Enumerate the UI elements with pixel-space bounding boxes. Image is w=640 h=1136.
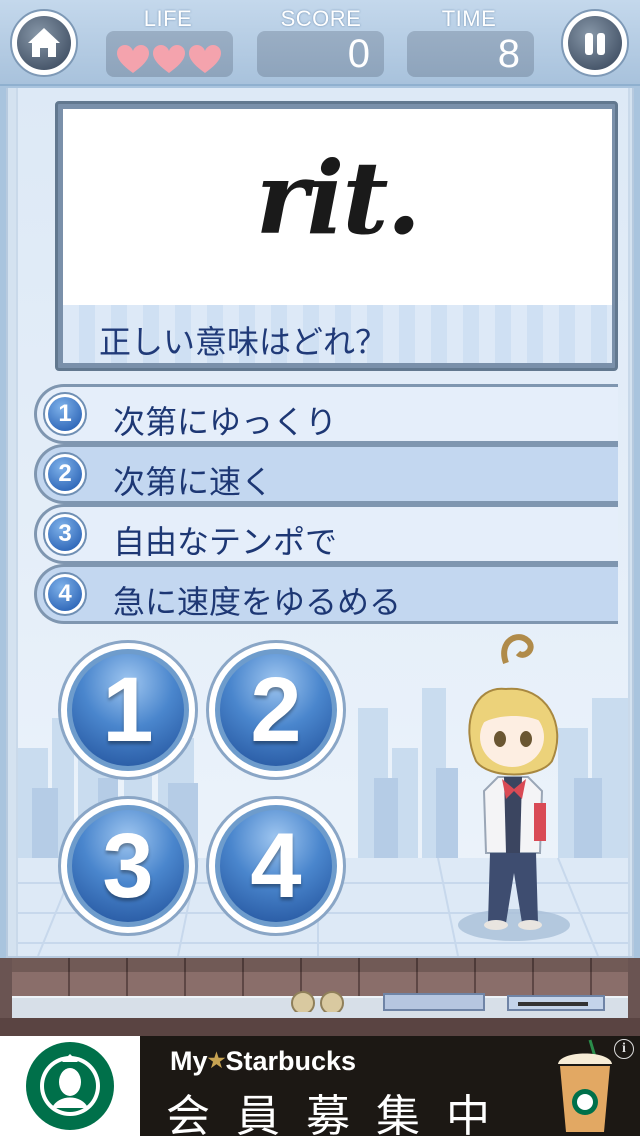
heart-icon (117, 45, 149, 73)
ad-title: My★Starbucks (170, 1046, 357, 1076)
life-meter (106, 31, 233, 77)
heart-icon (153, 45, 185, 73)
time-label: TIME (441, 6, 497, 31)
answer-button-1[interactable]: 1 (58, 640, 198, 780)
choice-4: 4 急に速度をゆるめる (34, 564, 618, 624)
mascot-character (458, 634, 570, 941)
ad-subtitle: 会員募集中 (166, 1091, 516, 1136)
answer-button-2[interactable]: 2 (206, 640, 346, 780)
starbucks-siren-icon (26, 1042, 114, 1130)
pause-button[interactable] (561, 9, 629, 77)
choice-number-badge: 4 (43, 572, 87, 616)
heart-icon (189, 45, 221, 73)
starbucks-logo (0, 1036, 140, 1136)
frappuccino-cup-icon (558, 1039, 612, 1132)
choice-1: 1 次第にゆっくり (34, 384, 618, 444)
bottom-shelf (0, 958, 640, 1036)
choice-number-badge: 3 (43, 512, 87, 556)
top-hud: LIFE SCORE 0 TIME 8 (0, 0, 640, 86)
answer-button-4[interactable]: 4 (206, 796, 346, 936)
score-value: 0 (347, 32, 370, 76)
star-icon: ★ (207, 1050, 226, 1072)
score-label: SCORE (280, 6, 362, 31)
question-prompt: 正しい意味はどれ？ (99, 323, 388, 361)
home-icon (28, 28, 60, 57)
question-word-area: rit. (63, 109, 612, 305)
desk-surface (12, 991, 628, 1018)
time-box: 8 (407, 31, 534, 77)
game-panel: rit. 正しい意味はどれ？ 1 次第にゆっくり 2 次第に速く 3 自由なテン… (6, 88, 634, 958)
choice-text: 自由なテンポで (113, 523, 338, 561)
home-button[interactable] (10, 9, 78, 77)
choice-2: 2 次第に速く (34, 444, 618, 504)
answer-button-3[interactable]: 3 (58, 796, 198, 936)
play-area: rit. 正しい意味はどれ？ 1 次第にゆっくり 2 次第に速く 3 自由なテン… (16, 88, 630, 956)
ad-info-icon[interactable]: i (614, 1039, 634, 1059)
choice-text: 急に速度をゆるめる (113, 583, 402, 621)
choice-number-badge: 2 (43, 452, 87, 496)
ad-banner[interactable]: My★Starbucks 会員募集中 (0, 1036, 640, 1136)
choice-number-badge: 1 (43, 392, 87, 436)
desk-items (291, 991, 605, 1012)
choice-text: 次第に速く (113, 463, 274, 501)
question-prompt-strip: 正しい意味はどれ？ (63, 305, 612, 363)
time-value: 8 (497, 32, 520, 76)
question-card: rit. 正しい意味はどれ？ (55, 101, 618, 371)
score-box: 0 (257, 31, 384, 77)
life-label: LIFE (143, 6, 193, 31)
question-word: rit. (255, 139, 422, 257)
choice-text: 次第にゆっくり (113, 403, 338, 441)
choice-3: 3 自由なテンポで (34, 504, 618, 564)
